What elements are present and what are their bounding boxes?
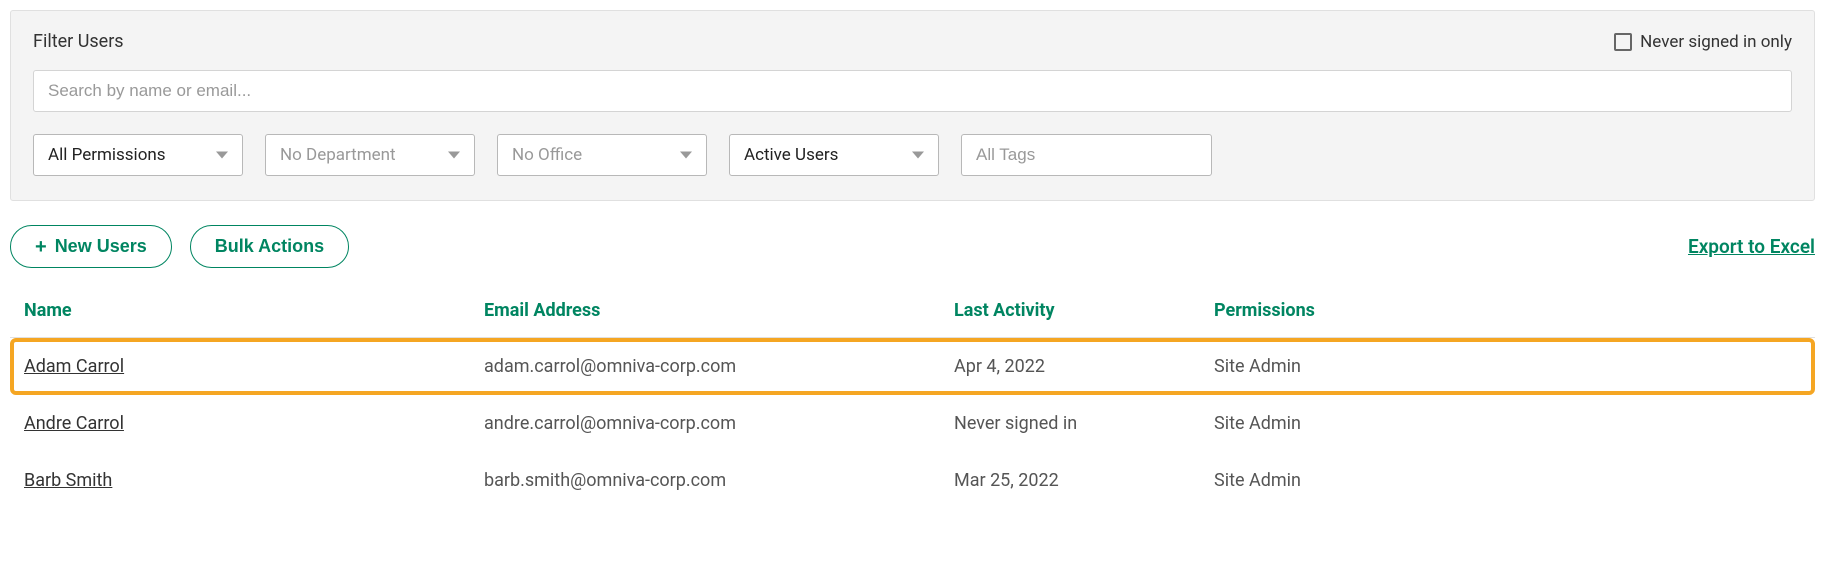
office-select-label: No Office <box>512 145 582 165</box>
table-row: Adam Carrol adam.carrol@omniva-corp.comAp… <box>10 338 1815 395</box>
user-name-cell: Adam Carrol <box>24 356 484 377</box>
bulk-actions-button[interactable]: Bulk Actions <box>190 225 349 268</box>
user-name-cell: Andre Carrol <box>24 413 484 434</box>
user-email-cell: barb.smith@omniva-corp.com <box>484 470 954 491</box>
user-name-cell: Barb Smith <box>24 470 484 491</box>
filter-title: Filter Users <box>33 31 124 52</box>
users-table: Name Email Address Last Activity Permiss… <box>10 292 1815 509</box>
new-users-label: New Users <box>55 236 147 257</box>
never-signed-in-label: Never signed in only <box>1640 32 1792 52</box>
user-permissions-cell: Site Admin <box>1214 470 1394 491</box>
user-permissions-cell: Site Admin <box>1214 413 1394 434</box>
bulk-actions-label: Bulk Actions <box>215 236 324 257</box>
user-name-link[interactable]: Barb Smith <box>24 470 112 491</box>
export-to-excel-link[interactable]: Export to Excel <box>1688 235 1815 258</box>
user-permissions-cell: Site Admin <box>1214 356 1394 377</box>
user-name-link[interactable]: Andre Carrol <box>24 413 124 434</box>
column-header-email[interactable]: Email Address <box>484 300 954 321</box>
chevron-down-icon <box>216 152 228 159</box>
column-header-activity[interactable]: Last Activity <box>954 300 1214 321</box>
tags-input[interactable] <box>961 134 1212 176</box>
permissions-select[interactable]: All Permissions <box>33 134 243 176</box>
table-body: Adam Carrol adam.carrol@omniva-corp.comAp… <box>10 338 1815 509</box>
user-activity-cell: Never signed in <box>954 413 1214 434</box>
user-activity-cell: Mar 25, 2022 <box>954 470 1214 491</box>
never-signed-in-checkbox[interactable]: Never signed in only <box>1614 32 1792 52</box>
chevron-down-icon <box>448 152 460 159</box>
chevron-down-icon <box>680 152 692 159</box>
actions-row: + New Users Bulk Actions Export to Excel <box>10 225 1815 268</box>
user-name-link[interactable]: Adam Carrol <box>24 356 124 377</box>
table-header: Name Email Address Last Activity Permiss… <box>10 292 1815 338</box>
department-select-label: No Department <box>280 145 396 165</box>
user-email-cell: andre.carrol@omniva-corp.com <box>484 413 954 434</box>
chevron-down-icon <box>912 152 924 159</box>
office-select[interactable]: No Office <box>497 134 707 176</box>
filter-header: Filter Users Never signed in only <box>33 31 1792 52</box>
column-header-name[interactable]: Name <box>24 300 484 321</box>
filter-row: All Permissions No Department No Office … <box>33 134 1792 176</box>
column-header-permissions[interactable]: Permissions <box>1214 300 1394 321</box>
search-input[interactable] <box>33 70 1792 112</box>
checkbox-icon <box>1614 33 1632 51</box>
permissions-select-label: All Permissions <box>48 145 166 165</box>
status-select[interactable]: Active Users <box>729 134 939 176</box>
plus-icon: + <box>35 237 47 257</box>
table-row: Andre Carrol andre.carrol@omniva-corp.com… <box>10 395 1815 452</box>
filter-panel: Filter Users Never signed in only All Pe… <box>10 10 1815 201</box>
new-users-button[interactable]: + New Users <box>10 225 172 268</box>
table-row: Barb Smith barb.smith@omniva-corp.comMar … <box>10 452 1815 509</box>
user-activity-cell: Apr 4, 2022 <box>954 356 1214 377</box>
user-email-cell: adam.carrol@omniva-corp.com <box>484 356 954 377</box>
status-select-label: Active Users <box>744 145 838 165</box>
department-select[interactable]: No Department <box>265 134 475 176</box>
